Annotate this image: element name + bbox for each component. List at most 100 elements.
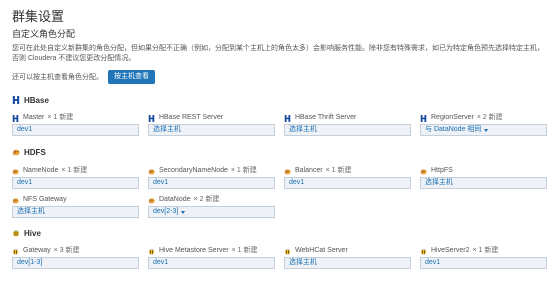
host-selector[interactable]: dev1: [12, 124, 139, 136]
role-hbase-rest-server: HBase REST Server 选择主机: [148, 113, 275, 136]
role-label: Hive Metastore Server × 1 新建: [148, 246, 275, 256]
host-selector[interactable]: 选择主机: [284, 257, 411, 269]
role-label: HiveServer2 × 1 新建: [420, 246, 547, 256]
view-by-host-row: 还可以按主机查看角色分配。 按主机查看: [12, 70, 155, 84]
role-name: Hive Metastore Server: [159, 247, 229, 254]
host-value: dev1: [289, 179, 305, 186]
role-hdfs-nfs-gateway: NFS Gateway 选择主机: [12, 195, 139, 218]
role-label: HttpFS: [420, 166, 547, 176]
role-name: HiveServer2: [431, 247, 470, 254]
host-value: 与 DataNode 相同: [425, 126, 482, 133]
caret-down-icon: [484, 128, 489, 132]
host-selector[interactable]: 选择主机: [420, 177, 547, 189]
service-name: HBase: [24, 95, 49, 105]
role-hdfs-httpfs: HttpFS 选择主机: [420, 166, 547, 189]
role-name: Gateway: [23, 247, 51, 254]
hdfs-icon: [12, 168, 19, 175]
intro-description: 您可在此处自定义新群集的角色分配，但如果分配不正确（例如，分配到某个主机上的角色…: [12, 45, 544, 62]
hbase-icon: [12, 96, 20, 104]
role-name: NameNode: [23, 167, 59, 174]
view-by-host-text: 还可以按主机查看角色分配。: [12, 73, 103, 81]
hdfs-icon: [420, 168, 427, 175]
host-value: dev1: [17, 126, 33, 133]
host-value: dev1: [153, 179, 169, 186]
hive-icon: [420, 248, 427, 255]
role-label: Balancer × 1 新建: [284, 166, 411, 176]
role-hdfs-namenode: NameNode × 1 新建 dev1: [12, 166, 139, 189]
role-name: NFS Gateway: [23, 196, 67, 203]
role-name: RegionServer: [431, 114, 474, 121]
hbase-icon: [284, 115, 291, 122]
role-name: WebHCat Server: [295, 247, 348, 254]
service-header-hive: Hive: [12, 228, 41, 238]
host-selector[interactable]: dev1: [148, 177, 275, 189]
role-label: RegionServer × 2 新建: [420, 113, 547, 123]
host-value: 选择主机: [153, 126, 181, 133]
hdfs-icon: [12, 148, 20, 156]
host-selector[interactable]: dev1: [420, 257, 547, 269]
role-count: × 2 新建: [476, 114, 503, 121]
role-count: × 1 新建: [230, 167, 257, 174]
hdfs-icon: [148, 197, 155, 204]
role-count: × 1 新建: [325, 167, 352, 174]
host-value: 选择主机: [289, 259, 317, 266]
role-hive-webhcat-server: WebHCat Server 选择主机: [284, 246, 411, 269]
host-value: dev1: [153, 259, 169, 266]
role-label: DataNode × 2 新建: [148, 195, 275, 205]
service-name: Hive: [24, 228, 41, 238]
role-count: × 1 新建: [472, 247, 499, 254]
service-name: HDFS: [24, 147, 46, 157]
hive-icon: [148, 248, 155, 255]
hbase-icon: [12, 115, 19, 122]
role-name: HBase Thrift Server: [295, 114, 357, 121]
role-name: DataNode: [159, 196, 191, 203]
host-selector[interactable]: 选择主机: [148, 124, 275, 136]
page-title: 群集设置: [12, 9, 65, 24]
role-count: × 1 新建: [231, 247, 258, 254]
page-subtitle: 自定义角色分配: [12, 29, 76, 39]
host-value: dev1: [17, 179, 33, 186]
hbase-icon: [148, 115, 155, 122]
role-hive-metastore-server: Hive Metastore Server × 1 新建 dev1: [148, 246, 275, 269]
role-label: HBase Thrift Server: [284, 113, 411, 123]
role-label: WebHCat Server: [284, 246, 411, 256]
host-selector[interactable]: dev1: [12, 177, 139, 189]
role-name: Master: [23, 114, 45, 121]
hive-icon: [284, 248, 291, 255]
view-by-host-button[interactable]: 按主机查看: [108, 70, 155, 84]
role-count: × 1 新建: [61, 167, 88, 174]
host-selector[interactable]: dev1: [148, 257, 275, 269]
role-hbase-master: Master × 1 新建 dev1: [12, 113, 139, 136]
host-selector[interactable]: 选择主机: [12, 206, 139, 218]
role-label: NameNode × 1 新建: [12, 166, 139, 176]
role-count: × 2 新建: [193, 196, 220, 203]
host-value: 选择主机: [17, 208, 45, 215]
host-value: dev[1-3]: [17, 259, 43, 266]
host-value: dev1: [425, 259, 441, 266]
role-name: HBase REST Server: [159, 114, 224, 121]
hdfs-icon: [12, 197, 19, 204]
service-header-hbase: HBase: [12, 95, 49, 105]
role-hbase-regionserver: RegionServer × 2 新建 与 DataNode 相同: [420, 113, 547, 136]
host-dropdown[interactable]: dev[2-3]: [148, 206, 275, 218]
role-hive-hiveserver2: HiveServer2 × 1 新建 dev1: [420, 246, 547, 269]
role-hdfs-secondarynamenode: SecondaryNameNode × 1 新建 dev1: [148, 166, 275, 189]
hive-icon: [12, 229, 20, 237]
host-selector[interactable]: dev[1-3]: [12, 257, 139, 269]
role-label: HBase REST Server: [148, 113, 275, 123]
hdfs-icon: [284, 168, 291, 175]
role-hdfs-balancer: Balancer × 1 新建 dev1: [284, 166, 411, 189]
role-count: × 3 新建: [53, 247, 80, 254]
hbase-icon: [420, 115, 427, 122]
host-dropdown[interactable]: 与 DataNode 相同: [420, 124, 547, 136]
role-hdfs-datanode: DataNode × 2 新建 dev[2-3]: [148, 195, 275, 218]
service-header-hdfs: HDFS: [12, 147, 46, 157]
host-value: 选择主机: [289, 126, 317, 133]
host-selector[interactable]: dev1: [284, 177, 411, 189]
role-hbase-thrift-server: HBase Thrift Server 选择主机: [284, 113, 411, 136]
role-label: SecondaryNameNode × 1 新建: [148, 166, 275, 176]
host-selector[interactable]: 选择主机: [284, 124, 411, 136]
role-name: SecondaryNameNode: [159, 167, 228, 174]
hive-icon: [12, 248, 19, 255]
role-label: NFS Gateway: [12, 195, 139, 205]
